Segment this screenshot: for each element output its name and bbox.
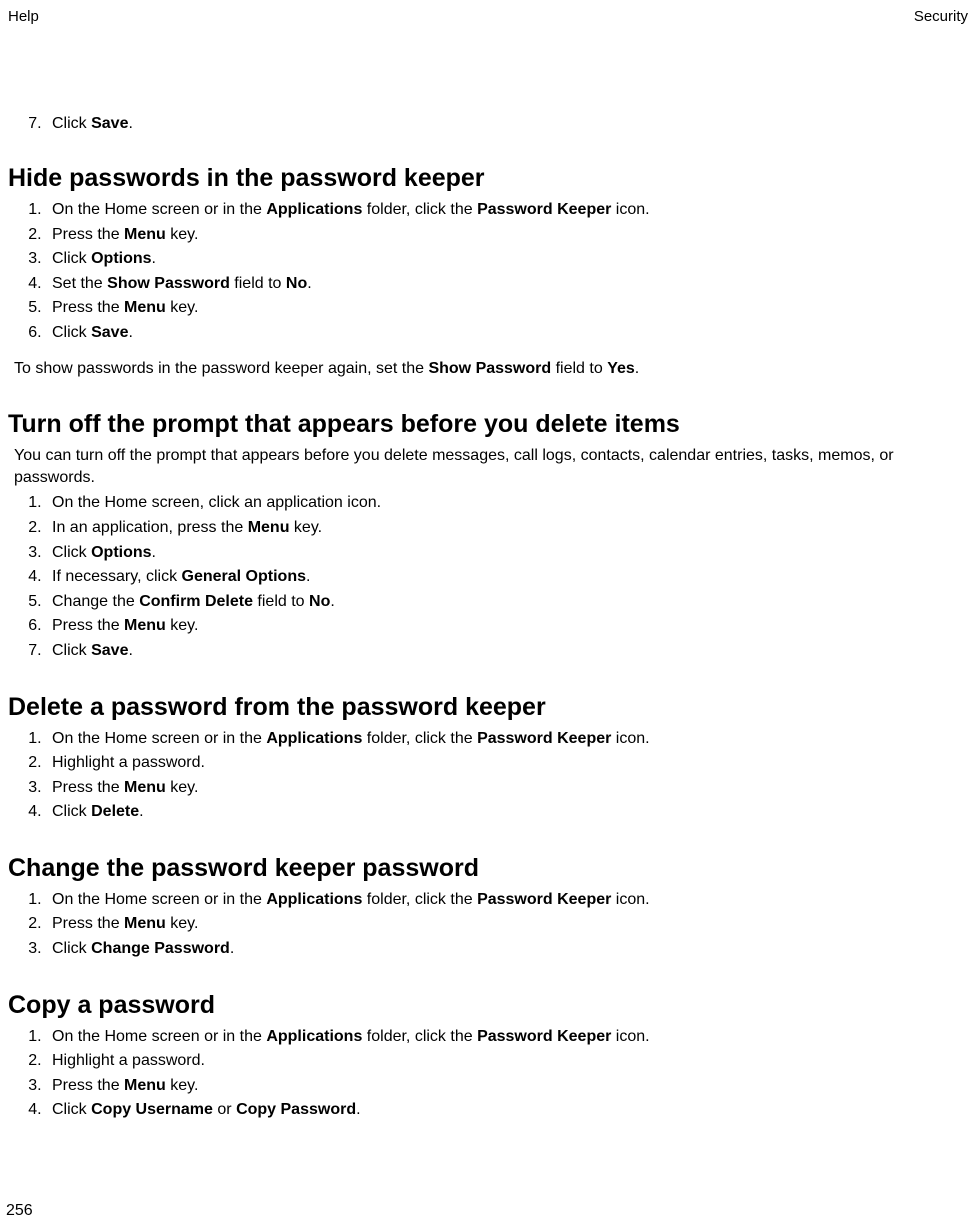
section-heading: Copy a password [8,990,968,1020]
step-list: On the Home screen or in the Application… [8,889,968,960]
bold-text: Yes [607,360,635,377]
step-item: Press the Menu key. [46,615,968,637]
step-item: If necessary, click General Options. [46,566,968,588]
bold-text: Applications [266,201,362,218]
step-item: Click Save. [46,640,968,662]
section-heading: Delete a password from the password keep… [8,692,968,722]
bold-text: No [286,275,307,292]
section-intro: You can turn off the prompt that appears… [14,445,968,488]
bold-text: Save [91,324,128,341]
bold-text: Password Keeper [477,1028,611,1045]
bold-text: Applications [266,1028,362,1045]
bold-text: Copy Username [91,1101,213,1118]
bold-text: Applications [266,891,362,908]
page-header: Help Security [8,8,968,25]
step-item: Click Options. [46,248,968,270]
step-list: On the Home screen or in the Application… [8,728,968,823]
bold-text: Menu [124,617,166,634]
step-item: On the Home screen or in the Application… [46,728,968,750]
step-item: On the Home screen or in the Application… [46,1026,968,1048]
continued-step-list: Click Save. [8,115,968,133]
section-heading: Turn off the prompt that appears before … [8,409,968,439]
step-item: Press the Menu key. [46,777,968,799]
bold-text: Menu [124,779,166,796]
bold-text: No [309,593,330,610]
bold-text: Save [91,642,128,659]
step-item: On the Home screen, click an application… [46,492,968,514]
step-list: On the Home screen or in the Application… [8,1026,968,1121]
step-item: Press the Menu key. [46,224,968,246]
step-item: Set the Show Password field to No. [46,273,968,295]
step-item: Click Save. [46,322,968,344]
step-list: On the Home screen or in the Application… [8,199,968,344]
bold-text: Password Keeper [477,891,611,908]
bold-text: Copy Password [236,1101,356,1118]
bold-text: Change Password [91,940,230,957]
page-content: Click Save. Hide passwords in the passwo… [8,115,968,1121]
step-item: In an application, press the Menu key. [46,517,968,539]
bold-text: Menu [124,915,166,932]
header-left: Help [8,8,39,25]
page-number: 256 [6,1202,33,1220]
bold-text: Delete [91,803,139,820]
bold-text: Show Password [107,275,230,292]
step-item: Change the Confirm Delete field to No. [46,591,968,613]
step-item: Highlight a password. [46,1050,968,1072]
bold-text: Menu [124,226,166,243]
bold-text: Password Keeper [477,730,611,747]
step-item: Click Copy Username or Copy Password. [46,1099,968,1121]
bold-text: Confirm Delete [139,593,253,610]
bold-text: Menu [124,1077,166,1094]
bold-text: Options [91,250,151,267]
bold-text: General Options [182,568,306,585]
bold-text: Options [91,544,151,561]
step-item: Click Change Password. [46,938,968,960]
section-heading: Hide passwords in the password keeper [8,163,968,193]
step-item: Highlight a password. [46,752,968,774]
step-list: On the Home screen, click an application… [8,492,968,661]
header-right: Security [914,8,968,25]
step-item: Press the Menu key. [46,1075,968,1097]
bold-text: Save [91,115,128,132]
bold-text: Applications [266,730,362,747]
bold-text: Password Keeper [477,201,611,218]
step-item: On the Home screen or in the Application… [46,199,968,221]
bold-text: Menu [248,519,290,536]
bold-text: Menu [124,299,166,316]
step-item: Press the Menu key. [46,297,968,319]
bold-text: Show Password [428,360,551,377]
step-item: Press the Menu key. [46,913,968,935]
step-item: Click Save. [46,115,968,133]
step-item: Click Delete. [46,801,968,823]
section-heading: Change the password keeper password [8,853,968,883]
step-item: Click Options. [46,542,968,564]
step-item: On the Home screen or in the Application… [46,889,968,911]
section-note: To show passwords in the password keeper… [14,358,968,380]
